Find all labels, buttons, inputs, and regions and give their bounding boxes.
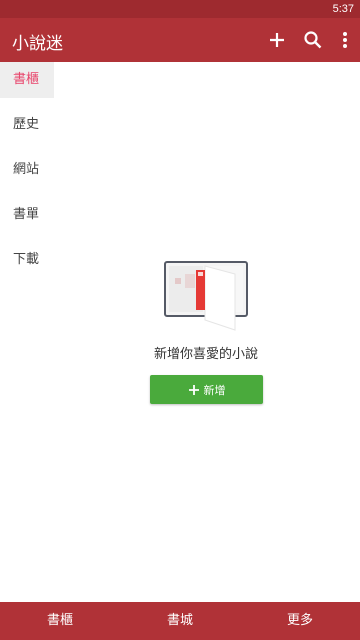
sidebar: 書櫃 歷史 網站 書單 下載 — [0, 62, 54, 285]
tab-bookstore[interactable]: 書城 — [120, 602, 240, 640]
open-book-icon — [164, 261, 248, 331]
sidebar-item-downloads[interactable]: 下載 — [0, 240, 54, 285]
sidebar-item-label: 書單 — [13, 207, 40, 222]
sidebar-item-booklist[interactable]: 書單 — [0, 195, 54, 240]
sidebar-item-websites[interactable]: 網站 — [0, 150, 54, 195]
search-icon[interactable] — [301, 28, 325, 52]
sidebar-item-bookshelf[interactable]: 書櫃 — [0, 62, 54, 98]
tab-bookshelf[interactable]: 書櫃 — [0, 602, 120, 640]
plus-icon — [188, 384, 199, 395]
add-novel-button-label: 新增 — [203, 383, 226, 397]
sidebar-item-history[interactable]: 歷史 — [0, 105, 54, 150]
app-title: 小說迷 — [12, 34, 63, 54]
empty-state-message: 新增你喜愛的小說 — [153, 347, 258, 362]
sidebar-item-label: 網站 — [13, 162, 40, 177]
add-novel-button[interactable]: 新增 — [150, 375, 263, 404]
sidebar-item-label: 下載 — [13, 252, 40, 267]
bottom-navigation: 書櫃 書城 更多 — [0, 602, 360, 640]
sidebar-item-label: 書櫃 — [13, 72, 40, 87]
add-icon[interactable] — [265, 28, 289, 52]
more-vert-icon[interactable] — [333, 28, 357, 52]
sidebar-item-label: 歷史 — [13, 117, 40, 132]
status-time: 5:37 — [332, 3, 354, 15]
status-bar: 5:37 — [0, 0, 360, 18]
app-bar: 小說迷 — [0, 18, 360, 62]
tab-more[interactable]: 更多 — [240, 602, 360, 640]
